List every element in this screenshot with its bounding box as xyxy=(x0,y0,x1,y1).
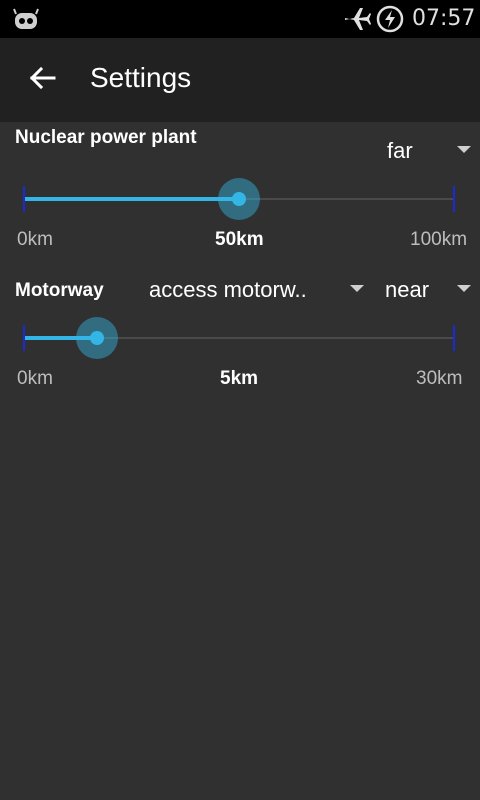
slider-thumb[interactable] xyxy=(90,331,104,345)
slider-min-tick xyxy=(23,186,25,212)
slider-max-label: 100km xyxy=(410,229,468,250)
page-title: Settings xyxy=(90,62,192,93)
status-bar: 07:57 xyxy=(0,0,480,38)
cyanogen-robot-icon xyxy=(13,8,39,29)
motorway-label: Motorway xyxy=(15,280,104,301)
slider-value-label: 5km xyxy=(220,368,259,389)
arrow-back-icon[interactable] xyxy=(26,62,58,94)
slider-min-label: 0km xyxy=(17,368,53,389)
battery-charging-icon xyxy=(376,5,404,33)
slider-value-label: 50km xyxy=(215,229,264,250)
slider-max-tick xyxy=(453,186,455,212)
slider-max-tick xyxy=(453,325,455,351)
chevron-down-icon xyxy=(457,285,471,292)
slider-max-label: 30km xyxy=(416,368,463,389)
nuclear-label: Nuclear power plant xyxy=(15,127,197,148)
distance-slider-nuclear[interactable] xyxy=(23,178,455,220)
proximity-value: far xyxy=(387,138,413,163)
distance-slider-motorway[interactable] xyxy=(23,317,455,359)
chevron-down-icon xyxy=(457,146,471,153)
slider-min-label: 0km xyxy=(17,229,53,250)
slider-thumb[interactable] xyxy=(232,192,246,206)
app-bar: Settings xyxy=(0,38,480,122)
motorway-type-value: access motorw.. xyxy=(149,277,307,302)
airplane-mode-icon xyxy=(345,8,371,30)
proximity-value: near xyxy=(385,277,430,302)
slider-fill xyxy=(24,197,239,201)
slider-min-tick xyxy=(23,325,25,351)
status-time: 07:57 xyxy=(412,6,476,31)
chevron-down-icon xyxy=(350,285,364,292)
